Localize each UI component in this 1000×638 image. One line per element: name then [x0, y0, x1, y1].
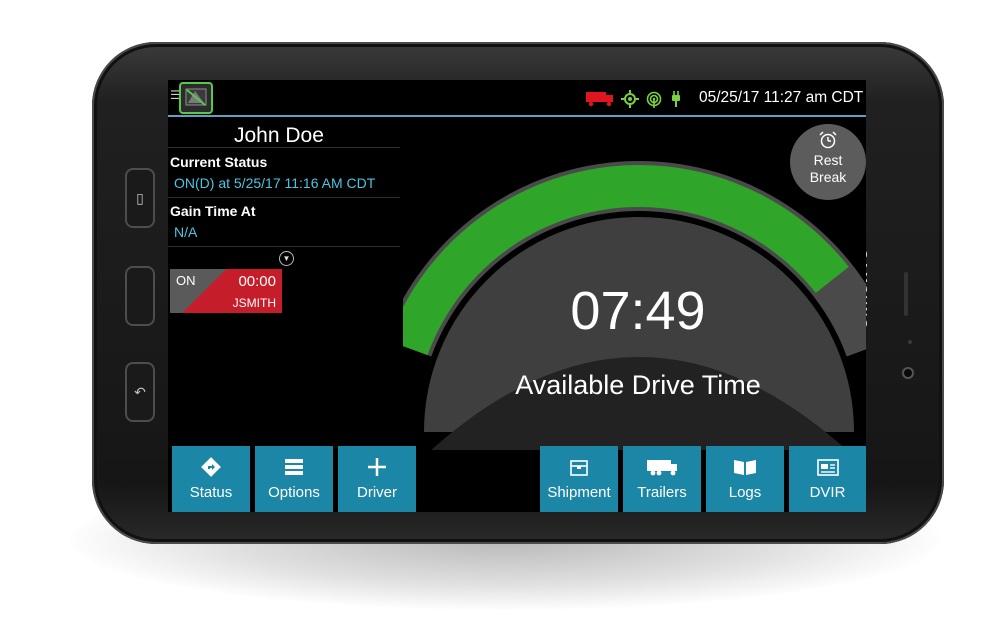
- signal-icon: [646, 91, 662, 108]
- driver-status-card[interactable]: ON 00:00 JSMITH: [170, 269, 282, 313]
- dvir-button-label: DVIR: [809, 484, 846, 501]
- direction-sign-icon: [201, 457, 221, 477]
- open-book-icon: [734, 460, 756, 475]
- divider: [168, 246, 400, 247]
- rest-break-label-1: Rest: [813, 152, 843, 168]
- gps-icon: [621, 90, 639, 108]
- options-button[interactable]: Options: [255, 446, 333, 512]
- front-camera: [902, 367, 914, 379]
- available-drive-time-value: 07:49: [570, 281, 706, 341]
- card-user: JSMITH: [232, 296, 276, 310]
- back-button[interactable]: ↶: [125, 362, 155, 422]
- rest-break-button[interactable]: Rest Break: [790, 124, 866, 200]
- logs-button-label: Logs: [728, 484, 762, 501]
- truck-icon: [586, 92, 613, 107]
- logs-button[interactable]: Logs: [706, 446, 784, 512]
- trailers-button[interactable]: Trailers: [623, 446, 701, 512]
- plus-icon: [368, 458, 386, 476]
- speaker-grille: [904, 272, 908, 316]
- home-button[interactable]: [125, 266, 155, 326]
- gain-time-label: Gain Time At: [170, 203, 256, 219]
- power-plug-icon: [672, 91, 680, 107]
- header-divider: [168, 115, 866, 117]
- available-drive-time-label: Available Drive Time: [515, 370, 761, 400]
- card-status: ON: [176, 273, 196, 288]
- trailers-button-label: Trailers: [637, 484, 687, 501]
- status-button[interactable]: Status: [172, 446, 250, 512]
- shipment-button-label: Shipment: [547, 484, 611, 501]
- driver-name: John Doe: [234, 124, 324, 147]
- current-status-label: Current Status: [170, 154, 268, 170]
- driver-button-label: Driver: [357, 484, 397, 501]
- divider: [168, 197, 400, 198]
- trailer-icon: [647, 460, 677, 476]
- gain-time-value: N/A: [174, 224, 198, 240]
- status-button-label: Status: [189, 484, 233, 501]
- top-bar: ☰ 05/25/17 11:27 am CDT: [168, 80, 866, 116]
- options-button-label: Options: [268, 484, 320, 501]
- screen: ☰ 05/25/17 11:27 am CDT John Doe Current…: [168, 80, 866, 512]
- sensor: [908, 340, 912, 344]
- list-icon: [285, 459, 303, 475]
- app-logo-icon[interactable]: [179, 82, 213, 114]
- card-time: 00:00: [238, 273, 276, 290]
- alarm-clock-icon: [819, 131, 837, 149]
- current-status-value: ON(D) at 5/25/17 11:16 AM CDT: [174, 175, 376, 191]
- chevron-down-icon[interactable]: ▼: [279, 251, 294, 266]
- driver-button[interactable]: Driver: [338, 446, 416, 512]
- shipment-button[interactable]: Shipment: [540, 446, 618, 512]
- recent-apps-button[interactable]: ▯: [125, 168, 155, 228]
- divider: [168, 147, 400, 148]
- header-datetime: 05/25/17 11:27 am CDT: [699, 89, 864, 106]
- dvir-button[interactable]: DVIR: [789, 446, 866, 512]
- box-icon: [570, 460, 588, 476]
- report-icon: [816, 459, 839, 476]
- status-icons: [586, 90, 680, 108]
- rest-break-label-2: Break: [809, 169, 847, 185]
